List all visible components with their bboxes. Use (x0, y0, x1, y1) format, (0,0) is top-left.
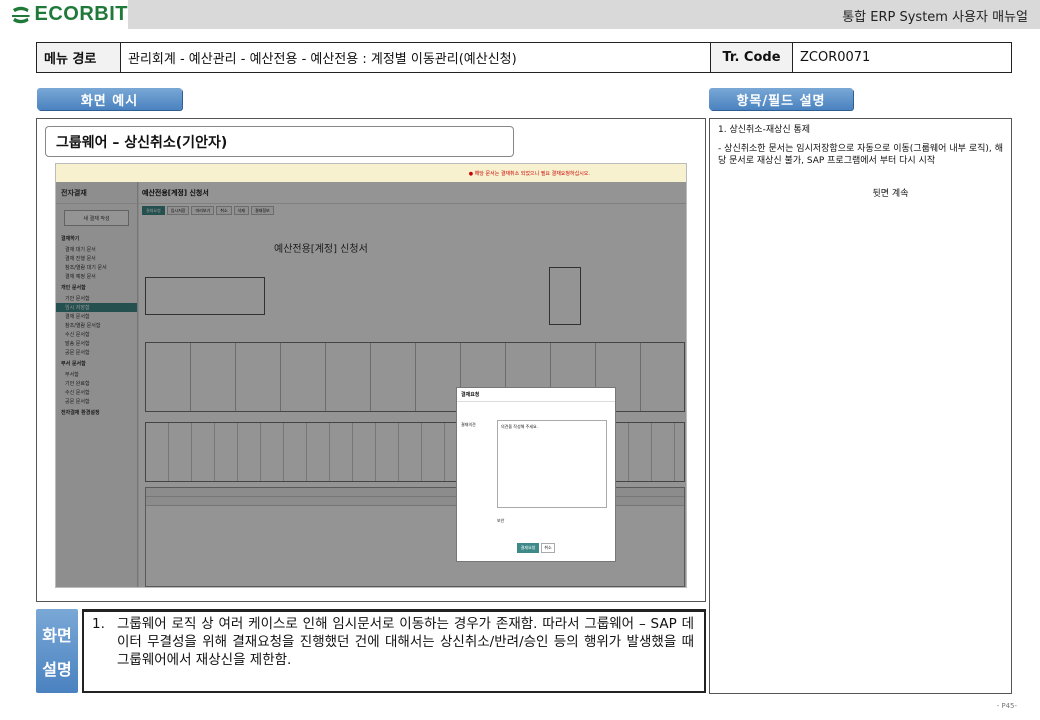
dialog-cancel-button[interactable]: 취소 (541, 543, 555, 553)
screen-example-panel: 그룹웨어 – 상신취소(기안자) ● 해당 문서는 결재취소 되었으니 필요 결… (36, 118, 706, 602)
explanation-label-line2: 설명 (42, 660, 72, 679)
dialog-title: 결재요청 (457, 388, 615, 402)
dialog-field-label: 결재의견 (461, 422, 476, 427)
approval-request-button[interactable]: 결재요청 (517, 543, 539, 553)
explanation-text: 그룹웨어 로직 상 여러 케이스로 인해 임시문서로 이동하는 경우가 존재함.… (117, 616, 694, 668)
cancel-notice: ● 해당 문서는 결재취소 되었으니 필요 결재요청하십시오. (56, 164, 686, 182)
menu-path-label: 메뉴 경로 (37, 43, 121, 72)
ecorbit-logo-icon (11, 6, 30, 23)
screen-explanation-label: 화면 설명 (36, 609, 78, 693)
approval-comment-input[interactable]: 의견을 작성해 주세요. (497, 420, 607, 508)
field-description-panel: 1. 상신취소-재상신 통제 - 상신취소한 문서는 임시저장함으로 자동으로 … (709, 118, 1012, 694)
top-bar: ECORBIT 통합 ERP System 사용자 매뉴얼 (0, 0, 1040, 29)
info-row: 메뉴 경로 관리회계 - 예산관리 - 예산전용 - 예산전용 : 계정별 이동… (36, 42, 1012, 73)
continued-note: 뒷면 계속 (872, 189, 909, 200)
field-description-badge: 항목/필드 설명 (709, 88, 853, 110)
menu-path-value: 관리회계 - 예산관리 - 예산전용 - 예산전용 : 계정별 이동관리(예산신… (121, 43, 711, 72)
logo-text: ECORBIT (34, 3, 128, 25)
security-checkbox[interactable]: 보안 (497, 518, 504, 524)
logo: ECORBIT (0, 0, 128, 29)
groupware-screenshot: ● 해당 문서는 결재취소 되었으니 필요 결재요청하십시오. 전자결재 새 결… (55, 163, 687, 588)
field-body: - 상신취소한 문서는 임시저장함으로 자동으로 이동(그룹웨어 내부 로직),… (718, 144, 1003, 167)
page-number: - P45- (996, 702, 1017, 710)
field-heading: 1. 상신취소-재상신 통제 (718, 125, 811, 135)
tr-code-value: ZCOR0071 (800, 50, 871, 65)
screen-explanation-box: 1. 그룹웨어 로직 상 여러 케이스로 인해 임시문서로 이동하는 경우가 존… (82, 609, 706, 693)
manual-title: 통합 ERP System 사용자 매뉴얼 (842, 10, 1028, 25)
explanation-number: 1. (92, 616, 105, 632)
tr-code-label: Tr. Code (711, 43, 793, 72)
screen-example-badge: 화면 예시 (37, 88, 182, 110)
explanation-label-line1: 화면 (42, 626, 72, 645)
approval-request-dialog: 결재요청 결재의견 의견을 작성해 주세요. 보안 결재요청 취소 (456, 387, 616, 562)
screen-caption: 그룹웨어 – 상신취소(기안자) (45, 126, 514, 157)
